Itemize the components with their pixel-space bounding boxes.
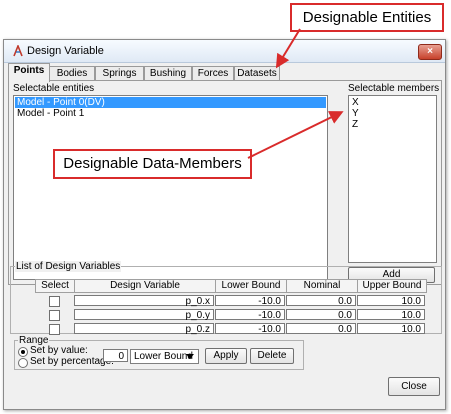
callout-arrows xyxy=(247,28,344,159)
arrow-to-members xyxy=(247,111,344,159)
arrow-to-tabs xyxy=(275,28,301,69)
tab-points[interactable]: Points xyxy=(8,63,50,82)
